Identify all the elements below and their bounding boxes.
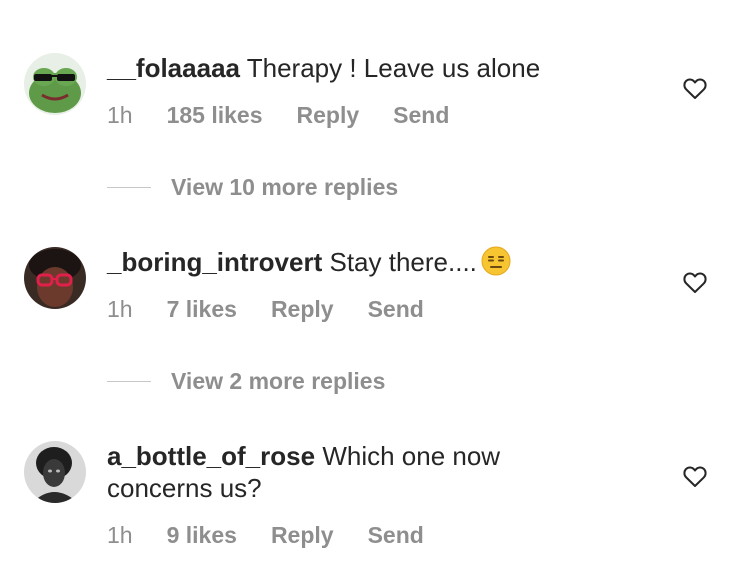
replies-divider-line xyxy=(107,381,151,382)
likes-count[interactable]: 9 likes xyxy=(167,522,237,548)
reply-button[interactable]: Reply xyxy=(297,102,360,128)
heart-icon[interactable] xyxy=(683,271,707,295)
username[interactable]: a_bottle_of_rose xyxy=(107,441,315,471)
comment-meta: 1h 185 likes Reply Send xyxy=(107,102,449,129)
view-replies-label: View 2 more replies xyxy=(171,368,386,394)
username[interactable]: _boring_introvert xyxy=(107,247,322,277)
heart-icon[interactable] xyxy=(683,77,707,101)
username[interactable]: __folaaaaa xyxy=(107,53,240,83)
reply-button[interactable]: Reply xyxy=(271,296,334,322)
timestamp: 1h xyxy=(107,102,133,128)
comment-meta: 1h 7 likes Reply Send xyxy=(107,296,424,323)
reply-button[interactable]: Reply xyxy=(271,522,334,548)
replies-divider-line xyxy=(107,187,151,188)
likes-count[interactable]: 7 likes xyxy=(167,296,237,322)
timestamp: 1h xyxy=(107,522,133,548)
likes-count[interactable]: 185 likes xyxy=(167,102,263,128)
avatar[interactable] xyxy=(24,441,86,503)
comment-body: Therapy ! Leave us alone xyxy=(246,53,541,83)
comment-text: _boring_introvert Stay there.... xyxy=(107,246,607,278)
avatar[interactable] xyxy=(24,247,86,309)
woman-portrait-avatar-icon xyxy=(24,441,86,503)
view-replies-label: View 10 more replies xyxy=(171,174,399,200)
comment-text: __folaaaaa Therapy ! Leave us alone xyxy=(107,52,607,84)
view-more-replies-button[interactable]: View 2 more replies xyxy=(107,368,385,395)
timestamp: 1h xyxy=(107,296,133,322)
heart-icon[interactable] xyxy=(683,465,707,489)
comment-meta: 1h 9 likes Reply Send xyxy=(107,522,424,549)
view-more-replies-button[interactable]: View 10 more replies xyxy=(107,174,398,201)
comment-body: Stay there.... xyxy=(329,247,477,277)
send-button[interactable]: Send xyxy=(368,296,424,322)
person-sunglasses-avatar-icon xyxy=(24,247,86,309)
send-button[interactable]: Send xyxy=(368,522,424,548)
comment-text: a_bottle_of_rose Which one now concerns … xyxy=(107,440,587,504)
avatar[interactable] xyxy=(24,53,86,115)
send-button[interactable]: Send xyxy=(393,102,449,128)
frog-avatar-icon xyxy=(24,53,86,115)
expressionless-face-emoji-icon xyxy=(481,246,511,276)
